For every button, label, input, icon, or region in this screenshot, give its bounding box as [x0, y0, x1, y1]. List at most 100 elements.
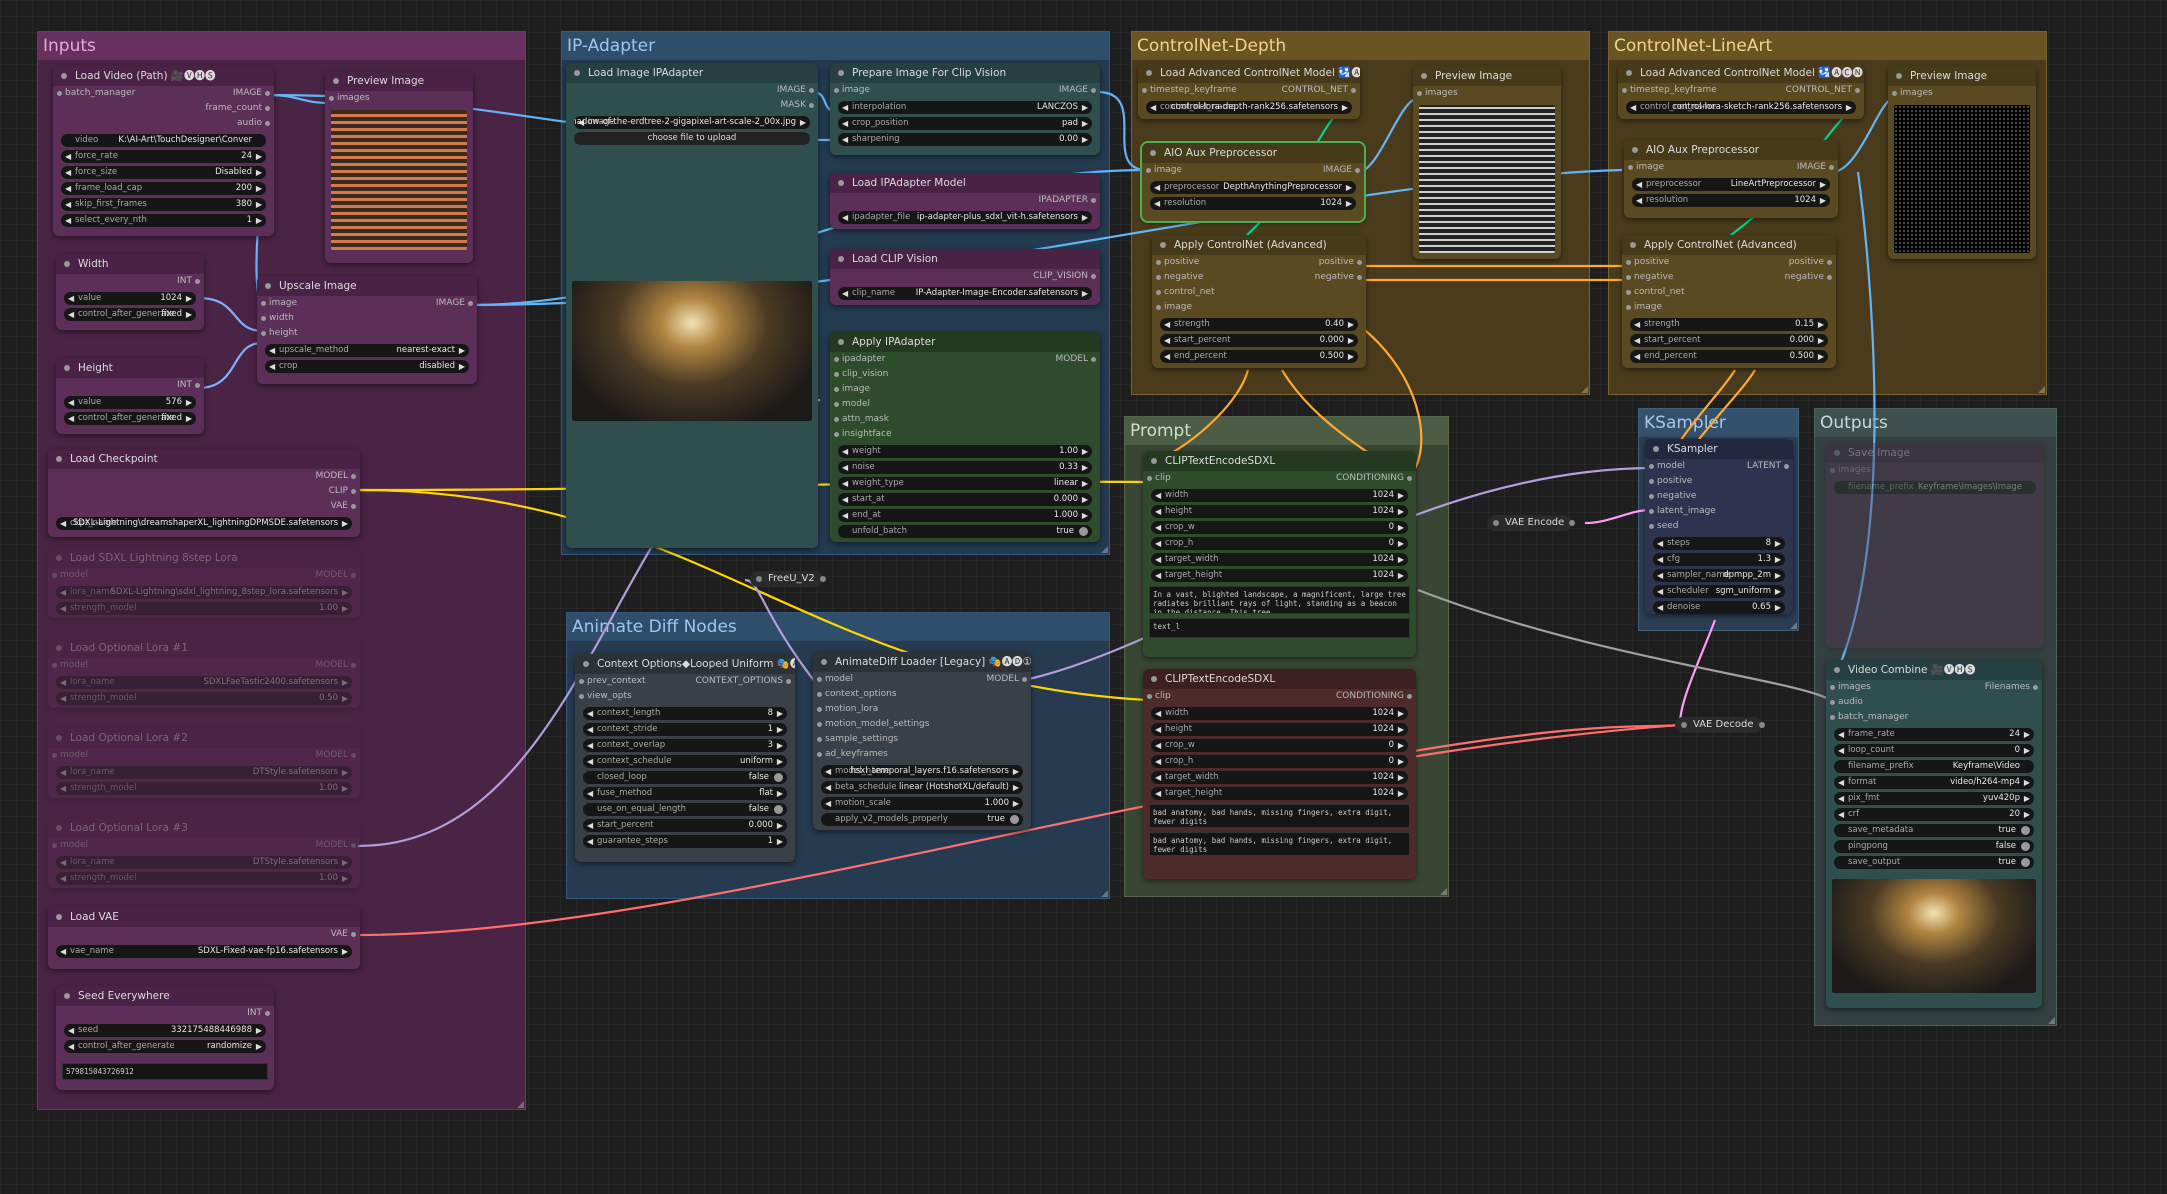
input-image[interactable]: image [833, 83, 870, 98]
input-motion-model-settings[interactable]: motion_model_settings [816, 717, 929, 732]
context-overlap-widget[interactable]: ◀ context_overlap 3 ▶ [583, 739, 787, 752]
node-optional-lora-2[interactable]: Load Optional Lora #2 model MODEL ◀ lora_n… [48, 728, 360, 798]
input-clip[interactable]: clip [1147, 471, 1171, 486]
input-insightface[interactable]: insightface [834, 427, 892, 442]
node-title[interactable]: Seed Everywhere [56, 986, 274, 1006]
input-model[interactable]: model [51, 748, 88, 763]
node-lora-sdxl-lightning[interactable]: Load SDXL Lightning 8step Lora model MODE… [48, 548, 360, 618]
height-value-widget[interactable]: ◀ value 576 ▶ [64, 396, 196, 409]
input-model[interactable]: model [816, 672, 853, 687]
input-model[interactable]: model [51, 568, 88, 583]
closed-loop-toggle[interactable]: closed_loop false [583, 771, 787, 784]
strength-model-widget[interactable]: ◀ strength_model 1.00 ▶ [56, 782, 352, 795]
node-prepare-clip-vision[interactable]: Prepare Image For Clip Vision image IMAGE… [830, 63, 1100, 155]
crop-position-widget[interactable]: ◀ crop_position pad ▶ [838, 117, 1092, 130]
output-context-options[interactable]: CONTEXT_OPTIONS [696, 674, 792, 689]
resolution-widget[interactable]: ◀ resolution 1024 ▶ [1632, 194, 1830, 207]
target-height-widget[interactable]: ◀ target_height 1024 ▶ [1151, 787, 1408, 800]
node-load-vae[interactable]: Load VAE VAE ◀ vae_name SDXL-Fixed-vae-fp1… [48, 907, 360, 969]
node-title[interactable]: Load VAE [48, 907, 360, 927]
node-save-image[interactable]: Save Image images filename_prefix Keyfram… [1826, 443, 2044, 648]
output-positive[interactable]: positive [1789, 255, 1833, 270]
context-schedule-widget[interactable]: ◀ context_schedule uniform ▶ [583, 755, 787, 768]
guarantee-steps-widget[interactable]: ◀ guarantee_steps 1 ▶ [583, 835, 787, 848]
force-size-widget[interactable]: ◀ force_size Disabled ▶ [61, 166, 266, 179]
node-preview-image-lineart[interactable]: Preview Image images [1888, 66, 2036, 259]
negative-prompt-text-l[interactable]: bad anatomy, bad hands, missing fingers,… [1149, 832, 1410, 856]
node-title[interactable]: Load Optional Lora #1 [48, 638, 360, 658]
input-images[interactable]: images [329, 91, 370, 106]
crop-w-widget[interactable]: ◀ crop_w 0 ▶ [1151, 521, 1408, 534]
vae-name-widget[interactable]: ◀ vae_name SDXL-Fixed-vae-fp16.safetensors… [56, 945, 352, 958]
control-net-name-widget[interactable]: ◀ control_net_name control-lora-depth-rank… [1146, 101, 1352, 114]
output-control-net[interactable]: CONTROL_NET [1282, 83, 1357, 98]
width-value-widget[interactable]: ◀ value 1024 ▶ [64, 292, 196, 305]
node-seed-everywhere[interactable]: Seed Everywhere INT ◀ seed 332175488446988… [56, 986, 274, 1090]
input-width[interactable]: width [261, 311, 294, 326]
output-model[interactable]: MODEL [316, 838, 357, 853]
clip-name-widget[interactable]: ◀ clip_name IP-Adapter-Image-Encoder.safet… [838, 287, 1092, 300]
output-image[interactable]: IMAGE [233, 86, 271, 101]
node-title[interactable]: Load Optional Lora #2 [48, 728, 360, 748]
crop-w-widget[interactable]: ◀ crop_w 0 ▶ [1151, 739, 1408, 752]
input-latent-image[interactable]: latent_image [1649, 504, 1716, 519]
input-model[interactable]: model [1648, 459, 1685, 474]
strength-widget[interactable]: ◀ strength 0.40 ▶ [1160, 318, 1358, 331]
height-widget[interactable]: ◀ height 1024 ▶ [1151, 505, 1408, 518]
node-title[interactable]: Load Image IPAdapter [566, 63, 818, 83]
end-at-widget[interactable]: ◀ end_at 1.000 ▶ [838, 509, 1092, 522]
node-title[interactable]: Upscale Image [257, 276, 477, 296]
input-audio[interactable]: audio [1830, 695, 1863, 710]
width-widget[interactable]: ◀ width 1024 ▶ [1151, 489, 1408, 502]
output-int[interactable]: INT [177, 378, 200, 393]
node-title[interactable]: Load Advanced ControlNet Model 🛂🅐🅒🅝 [1138, 63, 1360, 83]
upload-button[interactable]: choose file to upload [574, 132, 810, 145]
output-image[interactable]: IMAGE [436, 296, 474, 311]
target-width-widget[interactable]: ◀ target_width 1024 ▶ [1151, 771, 1408, 784]
node-title[interactable]: Context Options◆Looped Uniform 🎭🅐🅓 [575, 654, 795, 674]
frame-rate-widget[interactable]: ◀ frame_rate 24 ▶ [1834, 728, 2034, 741]
output-model[interactable]: MODEL [316, 469, 357, 484]
node-title[interactable]: Load CLIP Vision [830, 249, 1100, 269]
lora-name-widget[interactable]: ◀ lora_name SDXL-Lightning\sdxl_lightning_… [56, 586, 352, 599]
input-clip[interactable]: clip [1147, 689, 1171, 704]
output-conditioning[interactable]: CONDITIONING [1336, 689, 1413, 704]
node-freeu-v2[interactable]: FreeU_V2 [750, 571, 826, 587]
input-images[interactable]: images [1417, 86, 1458, 101]
interpolation-widget[interactable]: ◀ interpolation LANCZOS ▶ [838, 101, 1092, 114]
denoise-widget[interactable]: ◀ denoise 0.65 ▶ [1653, 601, 1785, 614]
cfg-widget[interactable]: ◀ cfg 1.3 ▶ [1653, 553, 1785, 566]
input-negative[interactable]: negative [1625, 270, 1673, 285]
output-image[interactable]: IMAGE [1323, 163, 1361, 178]
input-height[interactable]: height [261, 326, 298, 341]
output-image[interactable]: IMAGE [1059, 83, 1097, 98]
input-image[interactable]: image [1155, 300, 1192, 315]
node-apply-controlnet-lineart[interactable]: Apply ControlNet (Advanced) positive posi… [1622, 235, 1836, 368]
node-apply-controlnet-depth[interactable]: Apply ControlNet (Advanced) positive posi… [1152, 235, 1366, 368]
image-file-widget[interactable]: ◀imageelden-ring-shadow-of-the-erdtree-2… [574, 116, 810, 129]
node-ksampler[interactable]: KSampler model LATENT positive negative l… [1645, 439, 1793, 614]
output-vae[interactable]: VAE [331, 499, 357, 514]
node-load-checkpoint[interactable]: Load Checkpoint MODEL CLIP VAE ◀ ckpt_nam… [48, 449, 360, 537]
node-optional-lora-3[interactable]: Load Optional Lora #3 model MODEL ◀ lora_n… [48, 818, 360, 888]
model-name-widget[interactable]: ◀ model_name hsxl_temporal_layers.f16.safe… [821, 765, 1023, 778]
node-title[interactable]: Load Checkpoint [48, 449, 360, 469]
input-model[interactable]: model [51, 838, 88, 853]
output-model[interactable]: MODEL [316, 658, 357, 673]
input-context-options[interactable]: context_options [817, 687, 897, 702]
node-optional-lora-1[interactable]: Load Optional Lora #1 model MODEL ◀ lora_n… [48, 638, 360, 708]
loop-count-widget[interactable]: ◀ loop_count 0 ▶ [1834, 744, 2034, 757]
input-sample-settings[interactable]: sample_settings [816, 732, 898, 747]
output-int[interactable]: INT [177, 274, 200, 289]
crop-h-widget[interactable]: ◀ crop_h 0 ▶ [1151, 537, 1408, 550]
input-ad-keyframes[interactable]: ad_keyframes [817, 747, 888, 762]
motion-scale-widget[interactable]: ◀ motion_scale 1.000 ▶ [821, 797, 1023, 810]
node-title[interactable]: Preview Image [1888, 66, 2036, 86]
node-animatediff-loader[interactable]: AnimateDiff Loader [Legacy] 🎭🅐🅓① model MO… [813, 652, 1031, 830]
node-title[interactable]: Load Advanced ControlNet Model 🛂🅐🅒🅝 [1618, 63, 1864, 83]
output-model[interactable]: MODEL [316, 748, 357, 763]
output-vae[interactable]: VAE [331, 927, 357, 942]
pingpong-toggle[interactable]: pingpong false [1834, 840, 2034, 853]
input-image[interactable]: image [1145, 163, 1182, 178]
noise-widget[interactable]: ◀ noise 0.33 ▶ [838, 461, 1092, 474]
